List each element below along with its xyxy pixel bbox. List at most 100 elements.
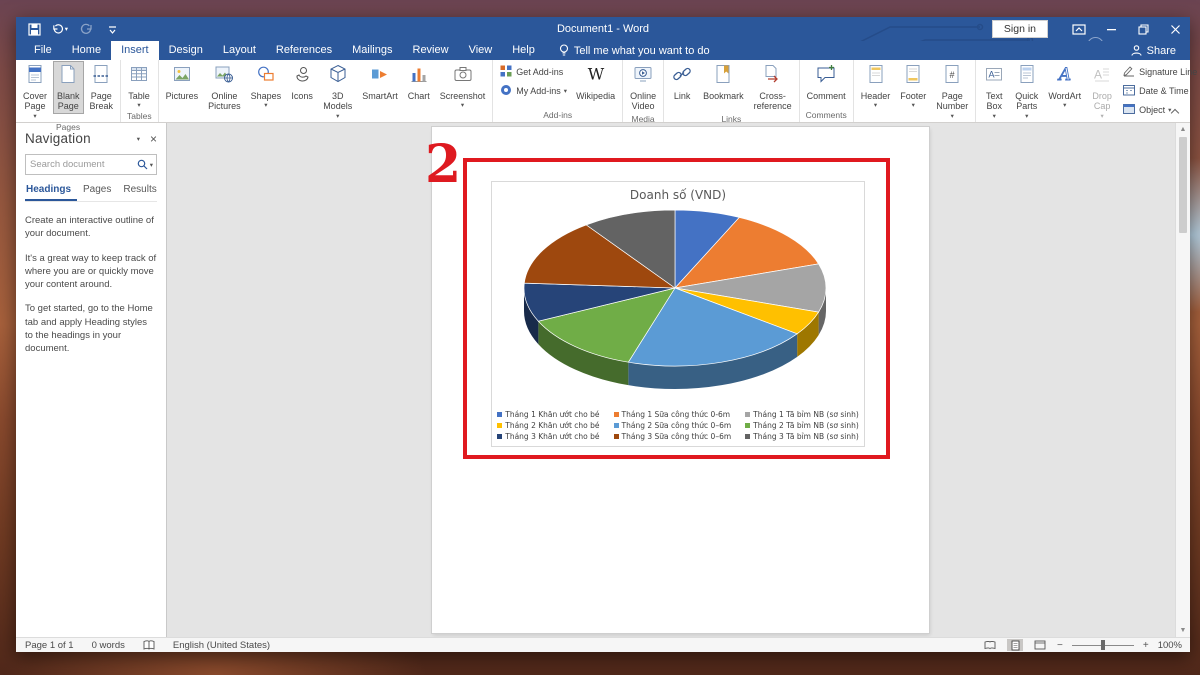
print-layout-button[interactable] xyxy=(1007,639,1023,651)
ribbon-group-media: Online Video Media xyxy=(623,60,665,124)
page-number-button[interactable]: # Page Number ▾ xyxy=(932,61,972,122)
tab-layout[interactable]: Layout xyxy=(213,41,266,60)
dropdown-arrow-icon: ▾ xyxy=(336,112,340,120)
dropdown-arrow-icon: ▾ xyxy=(460,102,465,110)
language-indicator[interactable]: English (United States) xyxy=(164,640,279,651)
text-box-button[interactable]: A Text Box ▾ xyxy=(979,61,1009,122)
svg-text:A: A xyxy=(1094,68,1102,82)
tell-me-box[interactable]: Tell me what you want to do xyxy=(559,41,710,60)
drop-cap-button[interactable]: A Drop Cap ▾ xyxy=(1087,61,1117,122)
zoom-in-button[interactable]: + xyxy=(1143,640,1149,651)
ribbon-group-header-footer: Header▾Footer▾#Page Number▾Header & Foot… xyxy=(854,60,977,132)
word-window: R ▾ Document1 - Word Sign in FileHomeIns… xyxy=(16,17,1197,652)
tab-help[interactable]: Help xyxy=(502,41,545,60)
page-break-button[interactable]: Page Break xyxy=(86,61,118,114)
footer-button[interactable]: Footer ▾ xyxy=(896,61,930,111)
ribbon-display-options-icon xyxy=(1072,23,1086,35)
nav-tab-pages[interactable]: Pages xyxy=(77,184,117,201)
collapse-ribbon-button[interactable] xyxy=(1171,107,1180,116)
web-layout-button[interactable] xyxy=(1032,639,1048,651)
cross-reference-button[interactable]: Cross- reference xyxy=(750,61,796,114)
tab-mailings[interactable]: Mailings xyxy=(342,41,402,60)
wikipedia-button[interactable]: W Wikipedia xyxy=(572,61,619,103)
undo-button[interactable]: ▾ xyxy=(52,21,68,37)
cover-page-button[interactable]: Cover Page ▾ xyxy=(19,61,51,122)
read-mode-button[interactable] xyxy=(982,639,998,651)
zoom-level[interactable]: 100% xyxy=(1158,640,1182,651)
tab-file[interactable]: File xyxy=(24,41,62,60)
wordart-button[interactable]: A WordArt ▾ xyxy=(1044,61,1085,111)
nav-tab-results[interactable]: Results xyxy=(117,184,162,201)
signature-line-button[interactable]: Signature Line▾ xyxy=(1120,63,1200,81)
word-count[interactable]: 0 words xyxy=(83,640,134,651)
shapes-icon xyxy=(258,66,274,81)
undo-icon xyxy=(53,24,64,34)
pictures-button[interactable]: Pictures xyxy=(162,61,203,103)
header-button[interactable]: Header ▾ xyxy=(857,61,895,111)
search-input[interactable] xyxy=(26,159,137,170)
quick-parts-icon xyxy=(1020,65,1034,83)
comment-button[interactable]: Comment xyxy=(803,61,850,103)
online-video-button[interactable]: Online Video xyxy=(626,61,660,114)
dropdown-arrow-icon: ▾ xyxy=(950,112,954,120)
quick-parts-button[interactable]: Quick Parts ▾ xyxy=(1011,61,1042,122)
restore-icon xyxy=(1137,23,1149,35)
blank-page-button[interactable]: Blank Page xyxy=(53,61,84,114)
object-button[interactable]: Object ▾ xyxy=(1120,101,1200,119)
signature-line-icon xyxy=(1123,66,1135,77)
proofing-button[interactable] xyxy=(134,639,164,651)
tab-insert[interactable]: Insert xyxy=(111,41,159,60)
3d-models-icon xyxy=(330,64,346,83)
quick-access-toolbar: ▾ xyxy=(16,21,120,37)
search-icon[interactable] xyxy=(137,159,148,170)
search-dropdown-button[interactable]: ▾ xyxy=(150,161,153,169)
navigation-close-button[interactable]: × xyxy=(150,132,157,146)
link-button[interactable]: Link xyxy=(667,61,697,103)
ribbon: Cover Page ▾ Blank Page Page Break Pages Tabl… xyxy=(16,60,1197,132)
save-button[interactable] xyxy=(26,21,42,37)
redo-button[interactable] xyxy=(78,21,94,37)
dropdown-arrow-icon: ▾ xyxy=(1025,112,1029,120)
online-pictures-button[interactable]: Online Pictures xyxy=(204,61,245,114)
close-button[interactable] xyxy=(1160,18,1190,40)
scroll-down-button[interactable]: ▼ xyxy=(1177,624,1189,637)
tab-view[interactable]: View xyxy=(459,41,503,60)
screenshot-button[interactable]: Screenshot ▾ xyxy=(436,61,490,111)
ribbon-group-comments: Comment Comments xyxy=(800,60,854,122)
tab-references[interactable]: References xyxy=(266,41,342,60)
icons-button[interactable]: Icons xyxy=(287,61,317,103)
page-number-icon: # xyxy=(945,65,959,83)
nav-tab-headings[interactable]: Headings xyxy=(25,184,78,201)
minimize-button[interactable] xyxy=(1096,18,1126,40)
my-add-ins-button[interactable]: My Add-ins ▾ xyxy=(497,82,569,100)
ribbon-display-options-button[interactable] xyxy=(1064,18,1094,40)
annotation-rectangle xyxy=(463,158,890,459)
shapes-button[interactable]: Shapes ▾ xyxy=(247,61,286,111)
restore-button[interactable] xyxy=(1128,18,1158,40)
tab-home[interactable]: Home xyxy=(62,41,111,60)
save-icon xyxy=(27,22,41,36)
navigation-dropdown-button[interactable]: ▾ xyxy=(137,135,140,143)
date-time-button[interactable]: Date & Time xyxy=(1120,82,1200,100)
zoom-slider[interactable] xyxy=(1071,640,1134,650)
tab-review[interactable]: Review xyxy=(403,41,459,60)
zoom-out-button[interactable]: − xyxy=(1057,640,1063,651)
share-button[interactable]: Share xyxy=(1131,41,1176,60)
scrollbar-thumb[interactable] xyxy=(1179,137,1187,233)
title-bar: R ▾ Document1 - Word Sign in xyxy=(16,17,1190,60)
icons-icon xyxy=(296,67,309,82)
main-area: Navigation ▾ × ▾ HeadingsPagesResults Cr… xyxy=(16,123,1190,637)
web-layout-icon xyxy=(1034,640,1046,650)
page-indicator[interactable]: Page 1 of 1 xyxy=(16,640,83,651)
chart-button[interactable]: Chart xyxy=(404,61,434,103)
sign-in-button[interactable]: Sign in xyxy=(991,20,1048,38)
qat-customize-button[interactable] xyxy=(104,21,120,37)
table-button[interactable]: Table ▾ xyxy=(124,61,154,111)
3d-models-button[interactable]: 3D Models ▾ xyxy=(319,61,356,122)
text-box-icon: A xyxy=(986,68,1003,81)
tab-design[interactable]: Design xyxy=(159,41,213,60)
zoom-slider-thumb[interactable] xyxy=(1100,640,1105,650)
smartart-button[interactable]: SmartArt xyxy=(358,61,402,103)
bookmark-button[interactable]: Bookmark xyxy=(699,61,748,103)
get-add-ins-button[interactable]: Get Add-ins xyxy=(497,63,569,81)
